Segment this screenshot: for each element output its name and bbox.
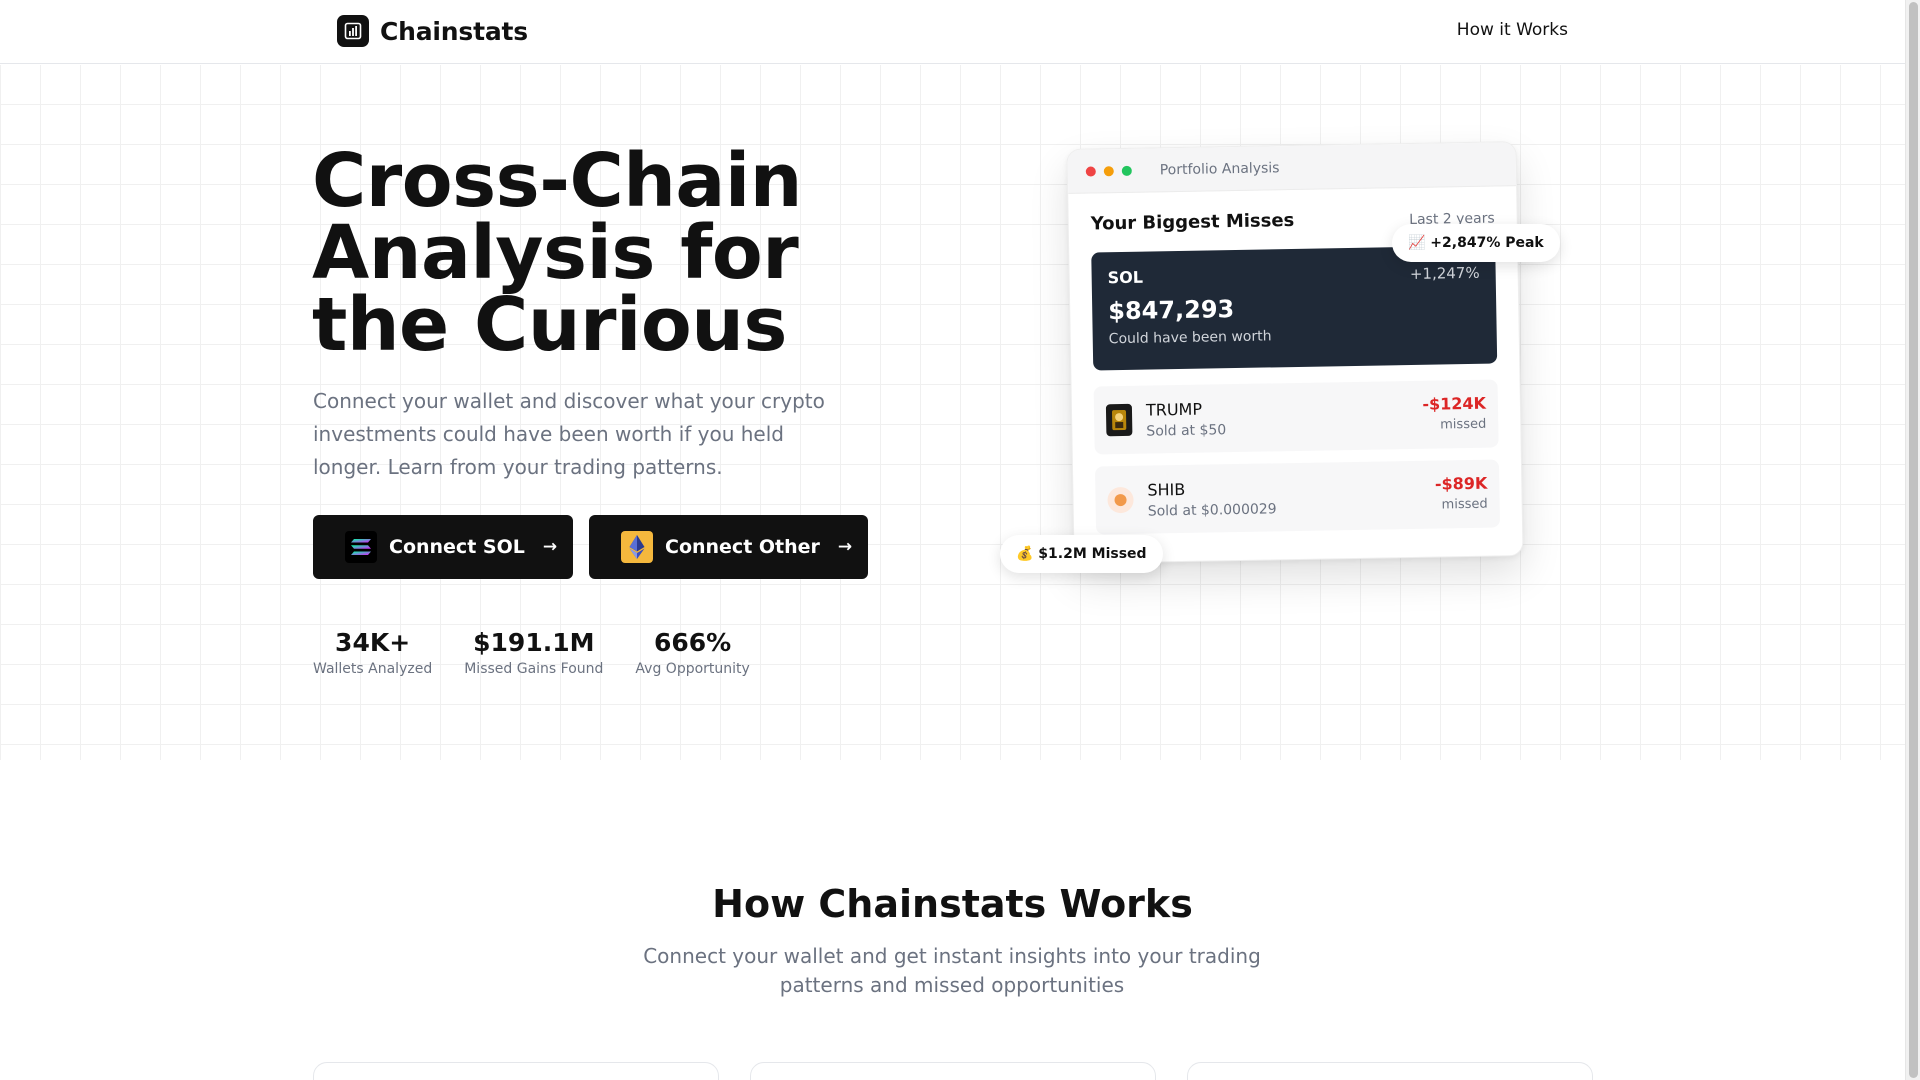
list-item: TRUMP Sold at $50 -$124K missed <box>1093 379 1499 455</box>
nav-how-it-works[interactable]: How it Works <box>1457 20 1568 40</box>
stat-avg-opportunity: 666% Avg Opportunity <box>635 627 749 677</box>
row-token: TRUMP <box>1145 399 1203 420</box>
missed-badge: 💰 $1.2M Missed <box>1000 535 1163 573</box>
trump-token-icon <box>1105 403 1133 437</box>
ethereum-logo-icon <box>621 531 653 563</box>
shib-token-icon <box>1107 486 1134 514</box>
site-header: Chainstats How it Works <box>0 0 1905 64</box>
stat-wallets: 34K+ Wallets Analyzed <box>313 627 432 677</box>
row-loss: -$124K <box>1422 393 1487 414</box>
highlight-change: +1,247% <box>1409 263 1480 283</box>
stat-value: 34K+ <box>335 628 411 657</box>
arrow-right-icon: → <box>837 537 853 557</box>
connect-other-button[interactable]: Connect Other → <box>589 515 868 579</box>
arrow-right-icon: → <box>542 537 558 557</box>
peak-badge: 📈 +2,847% Peak <box>1392 224 1560 262</box>
page-scrollbar[interactable] <box>1905 0 1920 1080</box>
window-titlebar: Portfolio Analysis <box>1067 142 1517 194</box>
bar-chart-icon <box>337 15 369 47</box>
row-missed: missed <box>1440 416 1487 433</box>
highlight-note: Could have been worth <box>1108 328 1272 348</box>
highlight-value: $847,293 <box>1108 295 1235 326</box>
how-step-card <box>1187 1062 1593 1080</box>
stat-label: Avg Opportunity <box>635 661 750 677</box>
row-sold: Sold at $50 <box>1146 421 1227 440</box>
solana-logo-icon <box>345 531 377 563</box>
window-maximize-dot <box>1121 165 1132 176</box>
portfolio-preview-card: Portfolio Analysis Your Biggest Misses L… <box>1066 141 1524 564</box>
row-token: SHIB <box>1147 479 1186 500</box>
hero-section: Cross-Chain Analysis for the Curious Con… <box>0 65 1905 760</box>
how-section-title: How Chainstats Works <box>712 882 1193 926</box>
how-step-card <box>750 1062 1156 1080</box>
row-missed: missed <box>1441 496 1488 513</box>
row-loss: -$89K <box>1434 473 1488 494</box>
window-title: Portfolio Analysis <box>1159 159 1280 178</box>
card-heading: Your Biggest Misses <box>1090 209 1295 235</box>
row-sold: Sold at $0.000029 <box>1147 500 1277 520</box>
how-section-subtitle: Connect your wallet and get instant insi… <box>643 944 1261 997</box>
brand-name: Chainstats <box>380 16 528 46</box>
list-item: SHIB Sold at $0.000029 -$89K missed <box>1094 459 1501 535</box>
highlight-sol: SOL +1,247% $847,293 Could have been wor… <box>1091 245 1498 371</box>
portfolio-card: Portfolio Analysis Your Biggest Misses L… <box>1066 141 1524 564</box>
scrollbar-thumb[interactable] <box>1909 2 1918 1078</box>
window-minimize-dot <box>1103 165 1114 176</box>
stat-value: $191.1M <box>473 628 595 657</box>
brand-logo[interactable]: Chainstats <box>337 15 528 47</box>
stat-label: Wallets Analyzed <box>313 661 433 677</box>
hero-subtitle: Connect your wallet and discover what yo… <box>313 389 825 479</box>
stat-value: 666% <box>654 628 732 657</box>
hero-stats: 34K+ Wallets Analyzed $191.1M Missed Gai… <box>313 627 750 677</box>
hero-title: Cross-Chain Analysis for the Curious <box>312 138 802 368</box>
connect-sol-label: Connect SOL <box>389 536 525 558</box>
window-close-dot <box>1085 165 1096 177</box>
stat-label: Missed Gains Found <box>464 661 604 677</box>
connect-other-label: Connect Other <box>665 536 820 558</box>
connect-sol-button[interactable]: Connect SOL → <box>313 515 573 579</box>
stat-missed-gains: $191.1M Missed Gains Found <box>464 627 603 677</box>
how-step-card <box>313 1062 719 1080</box>
